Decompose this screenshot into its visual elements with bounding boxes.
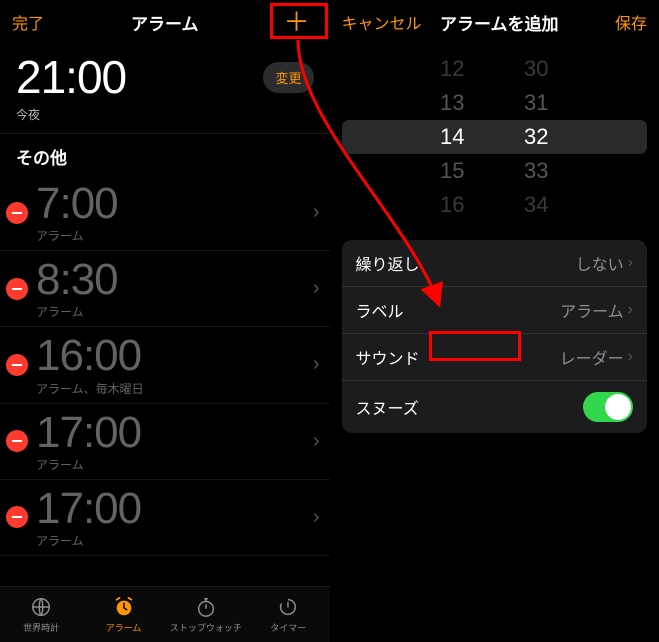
delete-button[interactable] [6,278,28,300]
picker-value: 15 [412,154,492,188]
header: キャンセル アラームを追加 保存 [330,0,659,44]
tab-label: アラーム [106,621,142,634]
delete-button[interactable] [6,430,28,452]
screen-title: アラーム [131,10,199,35]
sleep-schedule: 21:00 変更 今夜 [0,44,330,134]
tab-bar: 世界時計 アラーム ストップウォッチ タイマー [0,586,330,642]
chevron-right-icon: › [628,348,633,366]
hour-column[interactable]: 11121314151617 [412,52,492,222]
header: 完了 アラーム ＋ [0,0,330,44]
change-button[interactable]: 変更 [263,62,313,93]
picker-value: 12 [412,52,492,86]
chevron-right-icon: › [628,301,633,319]
alarm-info: 17:00アラーム [36,486,313,549]
tab-stopwatch[interactable]: ストップウォッチ [165,587,247,642]
chevron-right-icon: › [628,254,633,272]
alarm-list: 7:00アラーム›8:30アラーム›16:00アラーム、毎木曜日›17:00アラ… [0,175,330,586]
add-alarm-screen: キャンセル アラームを追加 保存 11121314151617 29303132… [330,0,659,642]
picker-value: 14 [412,120,492,154]
alarm-row[interactable]: 17:00アラーム› [0,404,330,480]
label-value: アラーム [560,298,624,322]
world-icon [29,595,53,619]
chevron-right-icon: › [313,201,320,224]
picker-value: 30 [496,52,576,86]
timer-icon [276,595,300,619]
screen-title: アラームを追加 [440,10,559,35]
alarm-time: 16:00 [36,333,313,379]
stopwatch-icon [194,595,218,619]
alarm-time: 17:00 [36,410,313,456]
label-row[interactable]: ラベル アラーム› [342,287,648,334]
alarm-info: 8:30アラーム [36,257,313,320]
delete-button[interactable] [6,354,28,376]
picker-value: 33 [496,154,576,188]
done-button[interactable]: 完了 [12,10,82,34]
alarm-list-screen: 完了 アラーム ＋ 21:00 変更 今夜 その他 7:00アラーム›8:30ア… [0,0,330,642]
tab-alarm[interactable]: アラーム [82,587,164,642]
picker-value: 13 [412,86,492,120]
section-other: その他 [0,134,330,175]
plus-icon: ＋ [275,5,317,39]
sleep-time: 21:00 [16,50,126,104]
add-alarm-button[interactable]: ＋ [248,9,318,36]
picker-value: 16 [412,188,492,222]
delete-button[interactable] [6,506,28,528]
alarm-label: アラーム [36,303,313,320]
sound-label: サウンド [356,345,420,369]
alarm-row[interactable]: 7:00アラーム› [0,175,330,251]
tab-label: タイマー [270,621,306,634]
alarm-label: アラーム、毎木曜日 [36,380,313,397]
alarm-row[interactable]: 8:30アラーム› [0,251,330,327]
delete-button[interactable] [6,202,28,224]
sound-value: レーダー [560,345,624,369]
save-button[interactable]: 保存 [577,10,647,34]
tab-world[interactable]: 世界時計 [0,587,82,642]
alarm-info: 7:00アラーム [36,181,313,244]
alarm-time: 7:00 [36,181,313,227]
picker-selection-bar [342,120,648,154]
chevron-right-icon: › [313,430,320,453]
tab-timer[interactable]: タイマー [247,587,329,642]
tab-label: 世界時計 [23,621,59,634]
alarm-row[interactable]: 16:00アラーム、毎木曜日› [0,327,330,403]
tab-label: ストップウォッチ [170,621,242,634]
alarm-icon [112,595,136,619]
alarm-label: アラーム [36,456,313,473]
alarm-row[interactable]: 17:00アラーム› [0,480,330,556]
picker-value: 32 [496,120,576,154]
time-picker[interactable]: 11121314151617 29303132333435 [342,52,648,222]
chevron-right-icon: › [313,353,320,376]
repeat-value: しない [576,251,624,275]
label-label: ラベル [356,298,404,322]
alarm-info: 17:00アラーム [36,410,313,473]
sleep-subtitle: 今夜 [16,106,314,123]
alarm-info: 16:00アラーム、毎木曜日 [36,333,313,396]
picker-value: 31 [496,86,576,120]
snooze-toggle[interactable] [583,392,633,422]
cancel-button[interactable]: キャンセル [342,10,422,34]
alarm-label: アラーム [36,532,313,549]
snooze-row: スヌーズ [342,381,648,433]
minute-column[interactable]: 29303132333435 [496,52,576,222]
alarm-time: 17:00 [36,486,313,532]
snooze-label: スヌーズ [356,395,419,419]
repeat-row[interactable]: 繰り返し しない› [342,240,648,287]
sound-row[interactable]: サウンド レーダー› [342,334,648,381]
alarm-settings: 繰り返し しない› ラベル アラーム› サウンド レーダー› スヌーズ [342,240,648,433]
alarm-label: アラーム [36,227,313,244]
chevron-right-icon: › [313,277,320,300]
chevron-right-icon: › [313,506,320,529]
alarm-time: 8:30 [36,257,313,303]
repeat-label: 繰り返し [356,251,420,275]
picker-value: 34 [496,188,576,222]
